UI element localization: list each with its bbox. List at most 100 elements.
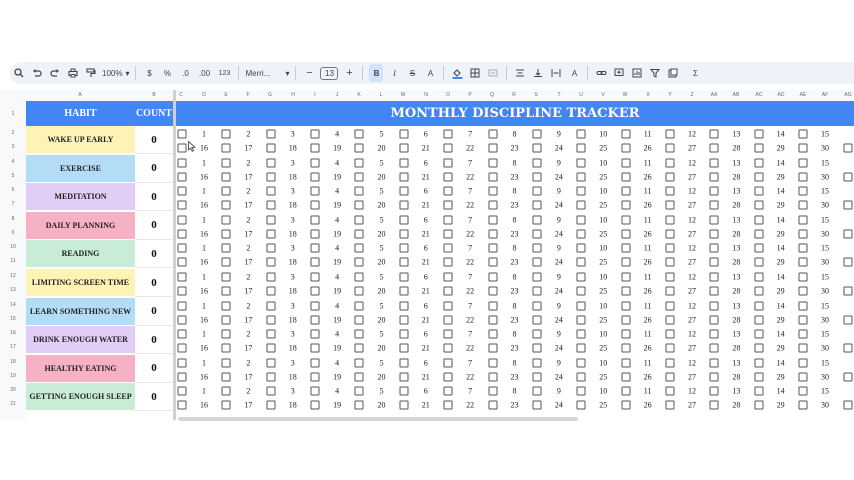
merge-cells-icon[interactable] [486, 64, 500, 82]
day-checkbox[interactable] [177, 158, 187, 168]
day-checkbox[interactable] [177, 372, 187, 382]
day-checkbox[interactable] [665, 343, 675, 353]
habit-name-cell[interactable]: MEDITATION [26, 183, 135, 212]
day-checkbox[interactable] [488, 158, 498, 168]
day-checkbox[interactable] [443, 329, 453, 339]
habit-name-cell[interactable]: WAKE UP EARLY [26, 126, 135, 154]
day-checkbox[interactable] [621, 372, 631, 382]
day-checkbox[interactable] [665, 358, 675, 368]
filter-views-icon[interactable] [666, 64, 680, 82]
day-checkbox[interactable] [221, 172, 231, 182]
redo-icon[interactable] [48, 64, 62, 82]
day-checkbox[interactable] [354, 272, 364, 282]
day-checkbox[interactable] [354, 372, 364, 382]
day-checkbox[interactable] [221, 301, 231, 311]
column-letter[interactable]: S [534, 92, 537, 98]
column-letter[interactable]: G [268, 92, 272, 98]
day-checkbox[interactable] [709, 386, 719, 396]
column-letter[interactable]: AE [800, 92, 807, 98]
day-checkbox[interactable] [621, 215, 631, 225]
column-letter[interactable]: I [314, 92, 315, 98]
day-checkbox[interactable] [665, 200, 675, 210]
habit-name-cell[interactable]: LIMITING SCREEN TIME [26, 269, 135, 297]
day-checkbox[interactable] [488, 215, 498, 225]
row-number[interactable]: 19 [0, 373, 26, 379]
day-checkbox[interactable] [177, 343, 187, 353]
day-checkbox[interactable] [621, 200, 631, 210]
day-checkbox[interactable] [532, 315, 542, 325]
text-rotation-icon[interactable]: A [567, 64, 581, 82]
column-letter[interactable]: P [468, 92, 471, 98]
day-checkbox[interactable] [843, 143, 853, 153]
count-column-header[interactable]: COUNT [135, 101, 173, 126]
day-checkbox[interactable] [798, 172, 808, 182]
day-checkbox[interactable] [443, 143, 453, 153]
column-letter[interactable]: O [446, 92, 450, 98]
day-checkbox[interactable] [798, 257, 808, 267]
column-letter[interactable]: AC [756, 92, 763, 98]
decrease-decimal-button[interactable]: .0 [178, 64, 192, 82]
day-checkbox[interactable] [266, 158, 276, 168]
day-checkbox[interactable] [354, 386, 364, 396]
day-checkbox[interactable] [709, 286, 719, 296]
day-checkbox[interactable] [310, 129, 320, 139]
day-checkbox[interactable] [621, 129, 631, 139]
day-checkbox[interactable] [354, 243, 364, 253]
day-checkbox[interactable] [399, 315, 409, 325]
column-letter[interactable]: M [401, 92, 405, 98]
zoom-select[interactable]: 100% ▾ [102, 64, 129, 82]
day-checkbox[interactable] [177, 386, 187, 396]
day-checkbox[interactable] [709, 315, 719, 325]
day-checkbox[interactable] [488, 286, 498, 296]
day-checkbox[interactable] [221, 215, 231, 225]
day-checkbox[interactable] [399, 400, 409, 410]
font-select[interactable]: Merri... ▾ [245, 64, 289, 82]
day-checkbox[interactable] [621, 386, 631, 396]
row-number[interactable]: 17 [0, 344, 26, 350]
day-checkbox[interactable] [532, 158, 542, 168]
day-checkbox[interactable] [443, 200, 453, 210]
day-checkbox[interactable] [621, 229, 631, 239]
day-checkbox[interactable] [798, 329, 808, 339]
day-checkbox[interactable] [443, 215, 453, 225]
habit-count-cell[interactable]: 0 [135, 183, 173, 212]
habit-count-cell[interactable]: 0 [135, 355, 173, 383]
day-checkbox[interactable] [266, 400, 276, 410]
day-checkbox[interactable] [354, 158, 364, 168]
column-letter[interactable]: J [336, 92, 339, 98]
row-number[interactable]: 12 [0, 273, 26, 279]
day-checkbox[interactable] [177, 129, 187, 139]
day-checkbox[interactable] [843, 372, 853, 382]
column-letter[interactable]: H [291, 92, 295, 98]
day-checkbox[interactable] [576, 215, 586, 225]
day-checkbox[interactable] [754, 200, 764, 210]
day-checkbox[interactable] [399, 143, 409, 153]
day-checkbox[interactable] [798, 143, 808, 153]
day-checkbox[interactable] [310, 143, 320, 153]
day-checkbox[interactable] [754, 329, 764, 339]
habit-name-cell[interactable]: GETTING ENOUGH SLEEP [26, 383, 135, 412]
day-checkbox[interactable] [310, 257, 320, 267]
row-number[interactable]: 14 [0, 302, 26, 308]
day-checkbox[interactable] [798, 343, 808, 353]
day-checkbox[interactable] [754, 158, 764, 168]
day-checkbox[interactable] [754, 229, 764, 239]
column-letter[interactable]: AB [733, 92, 740, 98]
day-checkbox[interactable] [754, 286, 764, 296]
day-checkbox[interactable] [399, 215, 409, 225]
column-letter[interactable]: W [623, 92, 628, 98]
day-checkbox[interactable] [709, 143, 719, 153]
habit-name-cell[interactable]: DRINK ENOUGH WATER [26, 326, 135, 355]
day-checkbox[interactable] [443, 272, 453, 282]
day-checkbox[interactable] [532, 129, 542, 139]
row-number[interactable]: 4 [0, 159, 26, 165]
day-checkbox[interactable] [221, 343, 231, 353]
day-checkbox[interactable] [665, 272, 675, 282]
day-checkbox[interactable] [310, 372, 320, 382]
filter-icon[interactable] [648, 64, 662, 82]
day-checkbox[interactable] [798, 200, 808, 210]
day-checkbox[interactable] [177, 229, 187, 239]
day-checkbox[interactable] [532, 301, 542, 311]
row-number[interactable]: 8 [0, 216, 26, 222]
tracker-title[interactable]: MONTHLY DISCIPLINE TRACKER [176, 101, 854, 126]
